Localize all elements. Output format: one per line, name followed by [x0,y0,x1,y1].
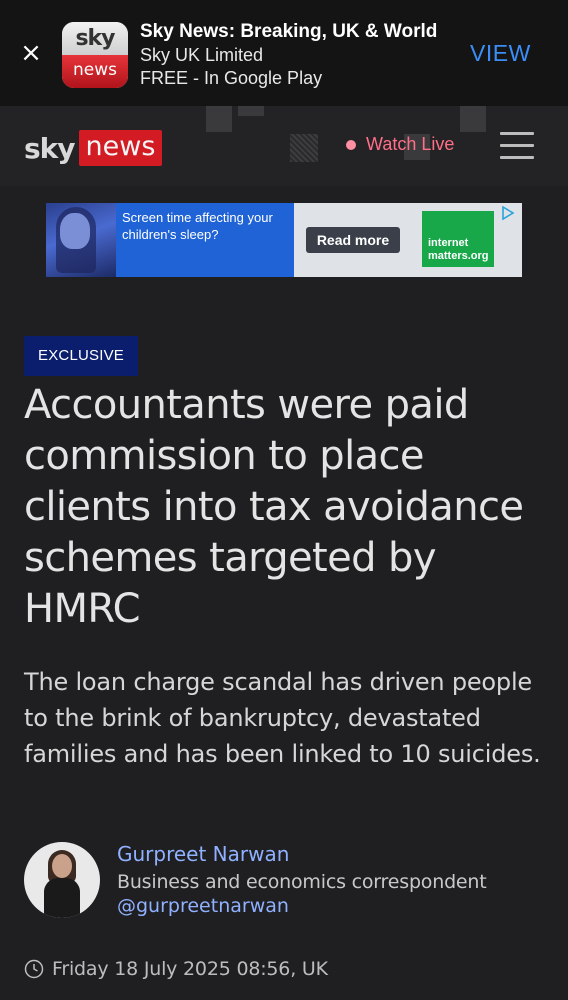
sky-news-logo[interactable]: sky news [24,128,163,168]
ad-headline: Screen time affecting your children's sl… [116,203,294,277]
ad-child-photo [46,203,116,277]
app-info: Sky News: Breaking, UK & World Sky UK Li… [140,20,437,90]
app-install-banner: × sky news Sky News: Breaking, UK & Worl… [0,0,568,106]
publish-date: Friday 18 July 2025 08:56, UK [24,958,328,980]
app-logo-sky: sky [62,22,128,55]
app-logo[interactable]: sky news [62,22,128,88]
header-pattern-block [206,106,232,132]
app-publisher: Sky UK Limited [140,45,264,65]
app-price: FREE - In Google Play [140,68,323,88]
watch-live-link[interactable]: Watch Live [346,134,454,155]
hamburger-menu-icon[interactable] [500,132,534,160]
ad-cta-area: Read more internet matters.org [294,203,522,277]
app-title: Sky News: Breaking, UK & World [140,21,438,42]
advert-banner[interactable]: Screen time affecting your children's sl… [46,203,522,277]
clock-icon [24,959,44,979]
adchoices-icon[interactable] [500,205,518,223]
header-pattern-block [460,106,486,132]
author-byline: Gurpreet Narwan Business and economics c… [24,842,554,922]
app-logo-news: news [62,55,128,88]
logo-sky-text: sky [24,131,76,165]
author-name[interactable]: Gurpreet Narwan [117,842,289,866]
site-header: sky news Watch Live [0,106,568,186]
exclusive-badge: EXCLUSIVE [24,336,138,376]
author-role: Business and economics correspondent [117,871,487,893]
live-dot-icon [346,139,356,150]
watch-live-label: Watch Live [366,134,455,154]
view-button[interactable]: VIEW [470,40,531,67]
author-avatar[interactable] [24,842,100,918]
logo-news-text: news [78,130,163,166]
publish-date-text: Friday 18 July 2025 08:56, UK [52,958,328,980]
ad-read-more-button[interactable]: Read more [306,227,400,253]
article-standfirst: The loan charge scandal has driven peopl… [24,668,541,768]
header-pattern-block [290,134,318,162]
close-icon[interactable]: × [18,40,44,66]
article-headline: Accountants were paid commission to plac… [24,382,524,632]
author-handle[interactable]: @gurpreetnarwan [117,895,289,917]
header-pattern-block [238,106,264,116]
ad-brand-logo: internet matters.org [422,211,494,267]
